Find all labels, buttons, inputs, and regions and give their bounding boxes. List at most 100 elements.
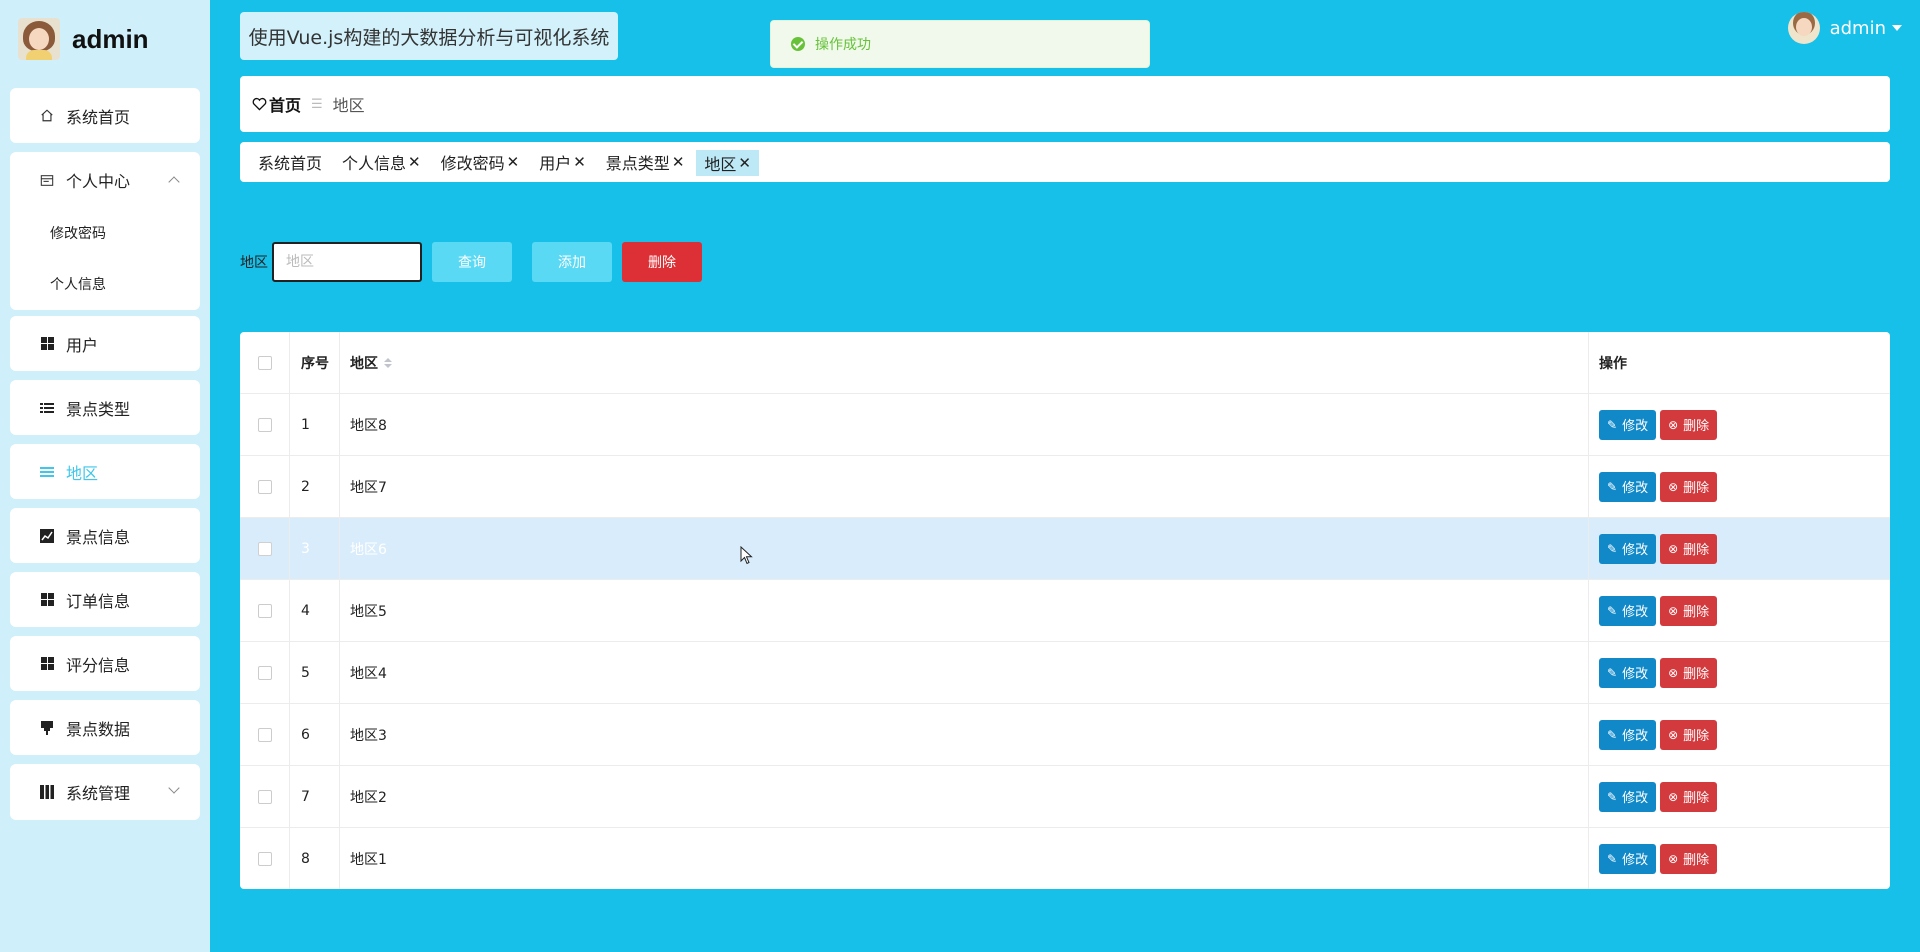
table-row[interactable]: 8 地区1 ✎ 修改 ⊗ 删除 <box>240 828 1890 889</box>
sidebar-item-home[interactable]: 系统首页 <box>10 88 200 143</box>
breadcrumb-home[interactable]: 首页 <box>252 92 301 116</box>
close-icon[interactable]: ✕ <box>507 153 520 171</box>
row-region: 地区2 <box>340 766 1589 827</box>
tab-users[interactable]: 用户 ✕ <box>539 150 586 174</box>
pencil-icon: ✎ <box>1607 541 1618 556</box>
batch-delete-button[interactable]: 删除 <box>622 242 702 282</box>
close-icon[interactable]: ✕ <box>573 153 586 171</box>
delete-button[interactable]: ⊗ 删除 <box>1660 781 1718 812</box>
delete-button[interactable]: ⊗ 删除 <box>1660 843 1718 874</box>
row-checkbox-cell <box>240 518 290 579</box>
row-actions: ✎ 修改 ⊗ 删除 <box>1589 704 1890 765</box>
sidebar-subitem-personal-info[interactable]: 个人信息 <box>10 258 200 310</box>
sidebar-item-system-management[interactable]: 系统管理 <box>10 764 200 820</box>
row-region: 地区8 <box>340 394 1589 455</box>
column-header-region[interactable]: 地区 <box>340 332 1589 393</box>
row-checkbox[interactable] <box>257 851 272 866</box>
search-label: 地区 <box>240 255 268 271</box>
chart-icon <box>40 528 54 543</box>
pencil-icon: ✎ <box>1607 603 1618 618</box>
table-row[interactable]: 1 地区8 ✎ 修改 ⊗ 删除 <box>240 394 1890 456</box>
check-circle-icon <box>791 37 805 51</box>
tab-scenic-type[interactable]: 景点类型 ✕ <box>606 150 685 174</box>
sidebar-item-region[interactable]: 地区 <box>10 444 200 499</box>
circle-x-icon: ⊗ <box>1668 727 1679 742</box>
circle-x-icon: ⊗ <box>1668 603 1679 618</box>
edit-button[interactable]: ✎ 修改 <box>1599 781 1657 812</box>
row-checkbox[interactable] <box>257 417 272 432</box>
add-button[interactable]: 添加 <box>532 242 612 282</box>
row-checkbox-cell <box>240 642 290 703</box>
search-bar: 地区 查询 添加 删除 <box>240 242 702 282</box>
sidebar-card-rating-info: 评分信息 <box>10 636 200 691</box>
tab-personal-info[interactable]: 个人信息 ✕ <box>342 150 421 174</box>
row-actions: ✎ 修改 ⊗ 删除 <box>1589 828 1890 889</box>
pencil-icon: ✎ <box>1607 851 1618 866</box>
delete-button[interactable]: ⊗ 删除 <box>1660 719 1718 750</box>
sort-icon[interactable] <box>384 357 392 368</box>
row-actions: ✎ 修改 ⊗ 删除 <box>1589 456 1890 517</box>
sidebar-item-scenic-info[interactable]: 景点信息 <box>10 508 200 563</box>
delete-label: 删除 <box>1683 481 1710 496</box>
breadcrumb-separator: ☰ <box>311 96 323 112</box>
row-index: 4 <box>290 580 340 641</box>
row-checkbox[interactable] <box>257 479 272 494</box>
row-checkbox[interactable] <box>257 727 272 742</box>
delete-label: 删除 <box>1683 419 1710 434</box>
table-row[interactable]: 4 地区5 ✎ 修改 ⊗ 删除 <box>240 580 1890 642</box>
close-icon[interactable]: ✕ <box>408 153 421 171</box>
edit-label: 修改 <box>1622 729 1649 744</box>
table-row[interactable]: 7 地区2 ✎ 修改 ⊗ 删除 <box>240 766 1890 828</box>
row-index: 1 <box>290 394 340 455</box>
tab-home[interactable]: 系统首页 <box>258 150 322 174</box>
user-menu[interactable]: admin <box>1787 12 1902 44</box>
delete-button[interactable]: ⊗ 删除 <box>1660 657 1718 688</box>
table-row[interactable]: 5 地区4 ✎ 修改 ⊗ 删除 <box>240 642 1890 704</box>
sidebar-item-users[interactable]: 用户 <box>10 316 200 371</box>
sidebar-subitem-change-password[interactable]: 修改密码 <box>10 208 200 258</box>
sidebar-item-personal-center[interactable]: 个人中心 <box>10 152 200 208</box>
table-row[interactable]: 2 地区7 ✎ 修改 ⊗ 删除 <box>240 456 1890 518</box>
table-row[interactable]: 6 地区3 ✎ 修改 ⊗ 删除 <box>240 704 1890 766</box>
edit-button[interactable]: ✎ 修改 <box>1599 657 1657 688</box>
tab-region[interactable]: 地区 ✕ <box>696 150 759 176</box>
sidebar: admin 系统首页 个人中心 修改密码 个人信息 用户 景点类型 地区 景点信… <box>0 0 210 952</box>
table-row[interactable]: 3 地区6 ✎ 修改 ⊗ 删除 <box>240 518 1890 580</box>
breadcrumb: 首页 ☰ 地区 <box>240 76 1890 132</box>
region-search-input[interactable] <box>272 242 422 282</box>
row-checkbox-cell <box>240 456 290 517</box>
sidebar-card-scenic-type: 景点类型 <box>10 380 200 435</box>
edit-button[interactable]: ✎ 修改 <box>1599 471 1657 502</box>
row-checkbox[interactable] <box>257 789 272 804</box>
edit-button[interactable]: ✎ 修改 <box>1599 595 1657 626</box>
sidebar-item-label: 地区 <box>66 463 99 483</box>
tab-change-password[interactable]: 修改密码 ✕ <box>441 150 520 174</box>
delete-button[interactable]: ⊗ 删除 <box>1660 533 1718 564</box>
row-checkbox[interactable] <box>257 603 272 618</box>
edit-button[interactable]: ✎ 修改 <box>1599 409 1657 440</box>
query-button[interactable]: 查询 <box>432 242 512 282</box>
row-checkbox[interactable] <box>257 665 272 680</box>
close-icon[interactable]: ✕ <box>738 154 751 172</box>
row-region: 地区5 <box>340 580 1589 641</box>
edit-button[interactable]: ✎ 修改 <box>1599 719 1657 750</box>
column-header-actions: 操作 <box>1599 355 1627 372</box>
row-actions: ✎ 修改 ⊗ 删除 <box>1589 580 1890 641</box>
edit-button[interactable]: ✎ 修改 <box>1599 533 1657 564</box>
close-icon[interactable]: ✕ <box>672 153 685 171</box>
avatar <box>1787 12 1820 44</box>
edit-button[interactable]: ✎ 修改 <box>1599 843 1657 874</box>
pencil-icon: ✎ <box>1607 417 1618 432</box>
sidebar-item-label: 用户 <box>66 335 99 355</box>
delete-button[interactable]: ⊗ 删除 <box>1660 471 1718 502</box>
sidebar-item-scenic-type[interactable]: 景点类型 <box>10 380 200 435</box>
sidebar-item-scenic-data[interactable]: 景点数据 <box>10 700 200 755</box>
sidebar-item-rating-info[interactable]: 评分信息 <box>10 636 200 691</box>
select-all-checkbox[interactable] <box>257 355 272 370</box>
row-index: 7 <box>290 766 340 827</box>
sidebar-item-order-info[interactable]: 订单信息 <box>10 572 200 627</box>
edit-label: 修改 <box>1622 419 1649 434</box>
delete-button[interactable]: ⊗ 删除 <box>1660 409 1718 440</box>
row-checkbox[interactable] <box>257 541 272 556</box>
delete-button[interactable]: ⊗ 删除 <box>1660 595 1718 626</box>
